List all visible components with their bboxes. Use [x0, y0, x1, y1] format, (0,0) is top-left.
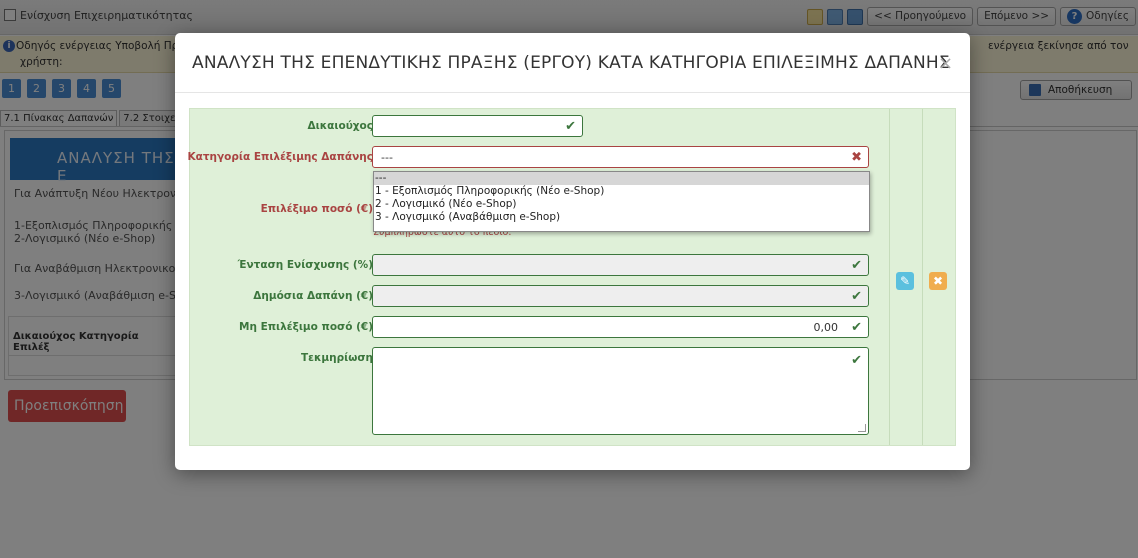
- intensity-label: Ένταση Ενίσχυσης (%): [237, 259, 373, 271]
- non-eligible-value: 0,00: [813, 321, 839, 334]
- dropdown-option[interactable]: 2 - Λογισμικό (Νέο e-Shop): [374, 198, 869, 211]
- dropdown-option[interactable]: 1 - Εξοπλισμός Πληροφορικής (Νέο e-Shop): [374, 185, 869, 198]
- beneficiary-select[interactable]: ✔: [372, 115, 583, 137]
- cancel-row-button[interactable]: ✖: [929, 272, 947, 290]
- modal-header: ΑΝΑΛΥΣΗ ΤΗΣ ΕΠΕΝΔΥΤΙΚΗΣ ΠΡΑΞΗΣ (ΕΡΓΟΥ) Κ…: [175, 33, 970, 93]
- expense-modal: ΑΝΑΛΥΣΗ ΤΗΣ ΕΠΕΝΔΥΤΙΚΗΣ ΠΡΑΞΗΣ (ΕΡΓΟΥ) Κ…: [175, 33, 970, 470]
- column-divider: [922, 109, 923, 445]
- category-select[interactable]: --- ✖: [372, 146, 869, 168]
- error-x-icon: ✖: [851, 150, 862, 165]
- public-expense-label: Δημόσια Δαπάνη (€): [253, 290, 373, 302]
- intensity-field[interactable]: ✔: [372, 254, 869, 276]
- dropdown-option[interactable]: 3 - Λογισμικό (Αναβάθμιση e-Shop): [374, 211, 869, 224]
- non-eligible-label: Μη Επιλέξιμο ποσό (€): [239, 321, 373, 333]
- resize-handle[interactable]: [858, 424, 866, 432]
- save-row-button[interactable]: ✎: [896, 272, 914, 290]
- close-icon[interactable]: ×: [938, 53, 953, 74]
- eligible-amount-label: Επιλέξιμο ποσό (€): [260, 203, 373, 215]
- documentation-textarea[interactable]: ✔: [372, 347, 869, 435]
- expense-form: Δικαιούχος ✔ Κατηγορία Επιλέξιμης Δαπάνη…: [187, 108, 956, 446]
- dropdown-option[interactable]: ---: [374, 172, 869, 185]
- check-icon: ✔: [565, 119, 576, 134]
- category-dropdown[interactable]: --- 1 - Εξοπλισμός Πληροφορικής (Νέο e-S…: [373, 171, 870, 232]
- beneficiary-label: Δικαιούχος: [307, 120, 374, 132]
- public-expense-field[interactable]: ✔: [372, 285, 869, 307]
- non-eligible-field[interactable]: 0,00 ✔: [372, 316, 869, 338]
- category-label: Κατηγορία Επιλέξιμης Δαπάνης: [187, 151, 373, 163]
- modal-title: ΑΝΑΛΥΣΗ ΤΗΣ ΕΠΕΝΔΥΤΙΚΗΣ ΠΡΑΞΗΣ (ΕΡΓΟΥ) Κ…: [192, 53, 950, 73]
- check-icon: ✔: [851, 258, 862, 273]
- column-divider: [889, 109, 890, 445]
- check-icon: ✔: [851, 320, 862, 335]
- check-icon: ✔: [851, 353, 862, 368]
- check-icon: ✔: [851, 289, 862, 304]
- category-value: ---: [381, 151, 393, 164]
- documentation-label: Τεκμηρίωση: [300, 352, 373, 364]
